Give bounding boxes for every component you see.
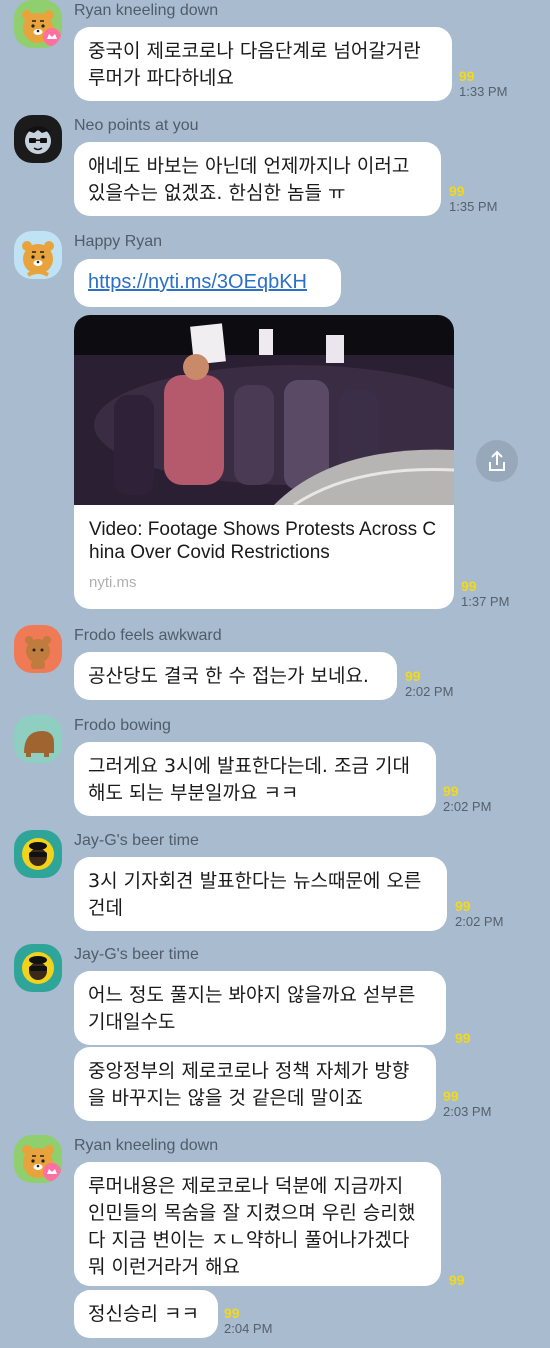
sender-name: Neo points at you [74,117,199,134]
unread-count: 99 [449,183,465,199]
link-bubble[interactable]: https://nyti.ms/3OEqbKH [74,259,341,307]
share-icon [489,450,505,471]
message-bubble[interactable]: 공산당도 결국 한 수 접는가 보네요. [74,652,397,700]
unread-count: 99 [449,1272,465,1288]
message-bubble[interactable]: 중국이 제로코로나 다음단계로 넘어갈거란 루머가 파다하네요 [74,27,452,101]
jay-g-avatar[interactable] [14,830,62,878]
unread-count: 99 [455,898,471,914]
message-bubble[interactable]: 루머내용은 제로코로나 덕분에 지금까지 인민들의 목숨을 잘 지켰으며 우린 … [74,1162,441,1286]
sender-name: Jay-G's beer time [74,946,199,963]
unread-count: 99 [405,668,421,684]
sender-name: Ryan kneeling down [74,1137,219,1154]
sender-name: Frodo feels awkward [74,627,222,644]
sender-name: Frodo bowing [74,717,171,734]
timestamp: 2:03 PM [443,1104,492,1119]
sender-name: Happy Ryan [74,233,163,250]
happy-ryan-avatar[interactable] [14,231,62,279]
ryan-crown-avatar[interactable] [14,1135,62,1183]
timestamp: 2:02 PM [405,684,454,699]
unread-count: 99 [224,1305,240,1321]
sender-name: Ryan kneeling down [74,2,219,19]
message-bubble[interactable]: 어느 정도 풀지는 봐야지 않을까요 섣부른 기대일수도 [74,971,446,1045]
unread-count: 99 [443,783,459,799]
neo-avatar[interactable] [14,115,62,163]
card-title: Video: Footage Shows Protests Across Chi… [89,519,437,563]
timestamp: 1:33 PM [459,84,508,99]
message-bubble[interactable]: 중앙정부의 제로코로나 정책 자체가 방향 을 바꾸지는 않을 것 같은데 말이… [74,1047,436,1121]
message-bubble[interactable]: 애네도 바보는 아닌데 언제까지나 이러고 있을수는 없겠죠. 한심한 놈들 ㅠ [74,142,441,216]
timestamp: 1:35 PM [449,199,498,214]
timestamp: 2:02 PM [443,799,492,814]
message-bubble[interactable]: 정신승리 ㅋㅋ [74,1290,218,1338]
timestamp: 2:02 PM [455,914,504,929]
message-bubble[interactable]: 그러게요 3시에 발표한다는데. 조금 기대 해도 되는 부분일까요 ㅋㅋ [74,742,436,816]
unread-count: 99 [461,578,477,594]
unread-count: 99 [459,68,475,84]
ryan-crown-avatar[interactable] [14,0,62,48]
link-url[interactable]: https://nyti.ms/3OEqbKH [88,271,307,293]
frodo-bowing-avatar[interactable] [14,715,62,763]
message-bubble[interactable]: 3시 기자회견 발표한다는 뉴스때문에 오른 건데 [74,857,447,931]
sender-name: Jay-G's beer time [74,832,199,849]
timestamp: 1:37 PM [461,594,510,609]
timestamp: 2:04 PM [224,1321,273,1336]
frodo-avatar[interactable] [14,625,62,673]
protest-photo [74,315,454,505]
card-domain: nyti.ms [89,574,137,591]
unread-count: 99 [455,1030,471,1046]
jay-g-avatar[interactable] [14,944,62,992]
unread-count: 99 [443,1088,459,1104]
share-button[interactable] [476,440,518,482]
link-preview-card[interactable]: Video: Footage Shows Protests Across Chi… [74,315,454,609]
